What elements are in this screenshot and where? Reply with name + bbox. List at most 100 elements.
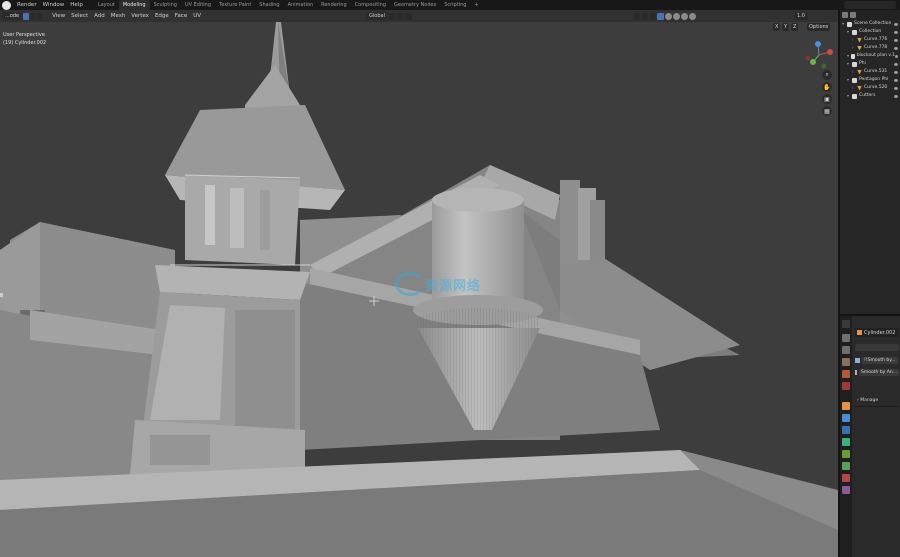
outliner-row[interactable]: ▾ Pentagon Phi <box>840 76 900 84</box>
navigation-gizmo-icon[interactable] <box>804 40 834 70</box>
visibility-eye-icon[interactable] <box>894 94 898 98</box>
tab-layout[interactable]: Layout <box>94 0 119 10</box>
tool-tab-icon[interactable] <box>842 320 850 328</box>
outliner-row[interactable]: ▾ blockout plan v.1 <box>840 52 900 60</box>
shading-material-icon[interactable] <box>680 12 688 20</box>
visibility-eye-icon[interactable] <box>895 54 898 58</box>
modifier-type-row[interactable]: Smooth by An... <box>855 368 899 377</box>
tab-animation[interactable]: Animation <box>284 0 318 10</box>
tab-sculpting[interactable]: Sculpting <box>150 0 181 10</box>
add-modifier-button[interactable] <box>855 344 899 351</box>
expand-toggle-icon[interactable]: ▾ <box>847 62 851 66</box>
visibility-eye-icon[interactable] <box>894 86 898 90</box>
snap-value[interactable]: 1.0 <box>794 12 808 20</box>
tab-uv-editing[interactable]: UV Editing <box>181 0 215 10</box>
expand-toggle-icon[interactable]: ▾ <box>847 94 851 98</box>
particles-tab-icon[interactable] <box>842 426 850 434</box>
expand-toggle-icon[interactable]: › <box>852 46 856 50</box>
mode-selector[interactable]: ...ode <box>2 12 23 20</box>
texture-tab-icon[interactable] <box>842 486 850 494</box>
visibility-icon[interactable] <box>632 12 640 20</box>
zoom-icon[interactable]: ⌕ <box>822 70 832 80</box>
outliner-row[interactable]: › Curve.531 <box>840 68 900 76</box>
world-tab-icon[interactable] <box>842 382 850 390</box>
proportional-icon[interactable] <box>404 12 412 20</box>
modifier-header[interactable]: !!Smooth by... <box>855 356 899 365</box>
menu-window[interactable]: Window <box>40 2 68 8</box>
object-name-field[interactable]: Cylinder.002 <box>855 328 899 337</box>
outliner-type-icon[interactable] <box>842 12 848 18</box>
shading-render-icon[interactable] <box>688 12 696 20</box>
select-vertex-icon[interactable] <box>23 12 30 20</box>
gizmo-icon[interactable] <box>640 12 648 20</box>
select-edge-icon[interactable] <box>30 12 37 20</box>
axis-y-toggle[interactable]: Y <box>782 23 790 31</box>
modifier-type-field[interactable]: Smooth by An... <box>859 369 899 376</box>
modifier-name-field[interactable]: !!Smooth by... <box>862 357 898 364</box>
expand-toggle-icon[interactable]: › <box>852 86 856 90</box>
menu-view[interactable]: View <box>49 13 68 19</box>
menu-help[interactable]: Help <box>67 2 86 8</box>
shading-solid-icon[interactable] <box>672 12 680 20</box>
render-tab-icon[interactable] <box>842 334 850 342</box>
perspective-toggle-icon[interactable]: ▦ <box>822 106 832 116</box>
pan-hand-icon[interactable]: ✋ <box>822 82 832 92</box>
visibility-eye-icon[interactable] <box>894 70 898 74</box>
3d-viewport[interactable]: ...ode View Select Add Mesh Vertex Edge … <box>0 10 838 557</box>
output-tab-icon[interactable] <box>842 346 850 354</box>
expand-toggle-icon[interactable]: ▾ <box>847 30 851 34</box>
tab-scripting[interactable]: Scripting <box>440 0 470 10</box>
expand-toggle-icon[interactable]: ▾ <box>842 22 846 26</box>
outliner-row[interactable]: › Curve.778 <box>840 44 900 52</box>
menu-uv[interactable]: UV <box>190 13 204 19</box>
expand-toggle-icon[interactable]: ▾ <box>847 78 851 82</box>
tab-geometry-nodes[interactable]: Geometry Nodes <box>390 0 440 10</box>
shading-wire-icon[interactable] <box>664 12 672 20</box>
manage-panel[interactable]: › Manage <box>857 398 878 403</box>
outliner-row[interactable]: ▾ Cutters <box>840 92 900 100</box>
visibility-eye-icon[interactable] <box>894 38 898 42</box>
menu-select[interactable]: Select <box>68 13 91 19</box>
options-button[interactable]: Options <box>807 23 831 31</box>
visibility-eye-icon[interactable] <box>894 78 898 82</box>
pivot-icon[interactable] <box>388 12 396 20</box>
visibility-eye-icon[interactable] <box>894 62 898 66</box>
scene-tab-icon[interactable] <box>842 370 850 378</box>
add-workspace-button[interactable]: + <box>470 0 482 10</box>
physics-tab-icon[interactable] <box>842 438 850 446</box>
orientation-select[interactable]: Global <box>366 12 388 20</box>
axis-z-toggle[interactable]: Z <box>791 23 799 31</box>
menu-face[interactable]: Face <box>172 13 190 19</box>
outliner-row[interactable]: ▾ Phi <box>840 60 900 68</box>
toolbar-collapse-icon[interactable] <box>0 293 3 297</box>
xray-icon[interactable] <box>656 12 664 20</box>
expand-toggle-icon[interactable]: › <box>852 38 856 42</box>
expand-toggle-icon[interactable]: ▾ <box>847 54 850 58</box>
tab-texture-paint[interactable]: Texture Paint <box>215 0 255 10</box>
camera-view-icon[interactable]: ▣ <box>822 94 832 104</box>
overlay-icon[interactable] <box>648 12 656 20</box>
object-tab-icon[interactable] <box>842 402 850 410</box>
tab-shading[interactable]: Shading <box>255 0 283 10</box>
blender-logo-icon[interactable] <box>2 0 11 10</box>
modifier-tab-icon[interactable] <box>842 414 850 422</box>
visibility-eye-icon[interactable] <box>894 46 898 50</box>
tab-rendering[interactable]: Rendering <box>317 0 351 10</box>
outliner-row[interactable]: ▾ Scene Collection <box>840 20 900 28</box>
select-face-icon[interactable] <box>37 12 44 20</box>
menu-render[interactable]: Render <box>14 2 40 8</box>
expand-toggle-icon[interactable]: › <box>852 70 856 74</box>
filter-icon[interactable] <box>850 12 856 18</box>
scene-selector[interactable] <box>844 1 896 9</box>
constraints-tab-icon[interactable] <box>842 450 850 458</box>
outliner-row[interactable]: ▾ Collection <box>840 28 900 36</box>
menu-edge[interactable]: Edge <box>152 13 172 19</box>
outliner-row[interactable]: › Curve.520 <box>840 84 900 92</box>
tab-modeling[interactable]: Modeling <box>118 0 150 10</box>
outliner-row[interactable]: › Curve.776 <box>840 36 900 44</box>
data-tab-icon[interactable] <box>842 462 850 470</box>
axis-x-toggle[interactable]: X <box>773 23 781 31</box>
menu-vertex[interactable]: Vertex <box>128 13 152 19</box>
visibility-eye-icon[interactable] <box>894 30 898 34</box>
view-layer-tab-icon[interactable] <box>842 358 850 366</box>
